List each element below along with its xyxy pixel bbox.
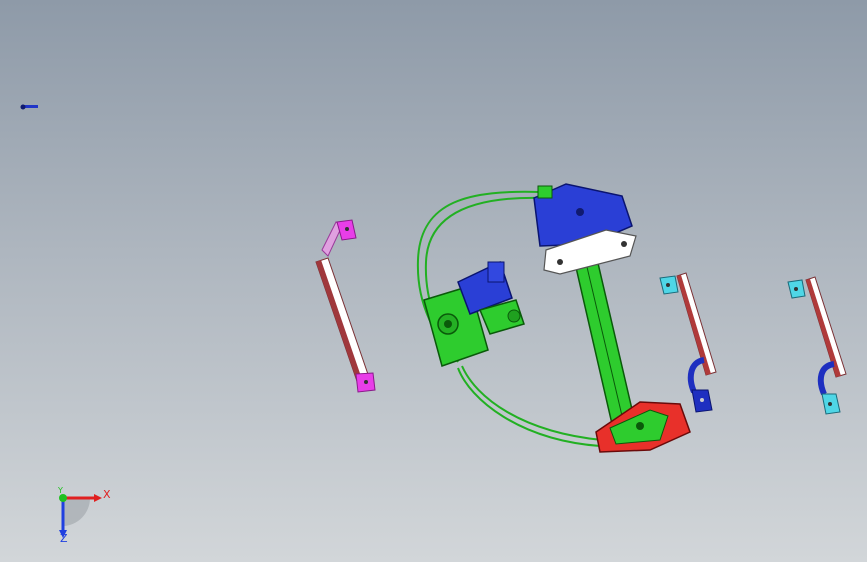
axis-z-label: Z <box>60 532 68 545</box>
left-guide-rail[interactable] <box>315 219 376 393</box>
regulator-motor[interactable] <box>423 260 525 367</box>
right-guide-rail[interactable] <box>787 276 847 415</box>
axis-x-label: X <box>103 488 111 501</box>
model-canvas[interactable] <box>0 0 867 562</box>
small-fastener[interactable] <box>20 104 39 110</box>
middle-guide-rail[interactable] <box>659 272 717 413</box>
window-regulator-assembly[interactable] <box>533 183 691 453</box>
axis-y-label: Y <box>58 486 63 495</box>
cad-viewport[interactable]: X Y Z <box>0 0 867 562</box>
